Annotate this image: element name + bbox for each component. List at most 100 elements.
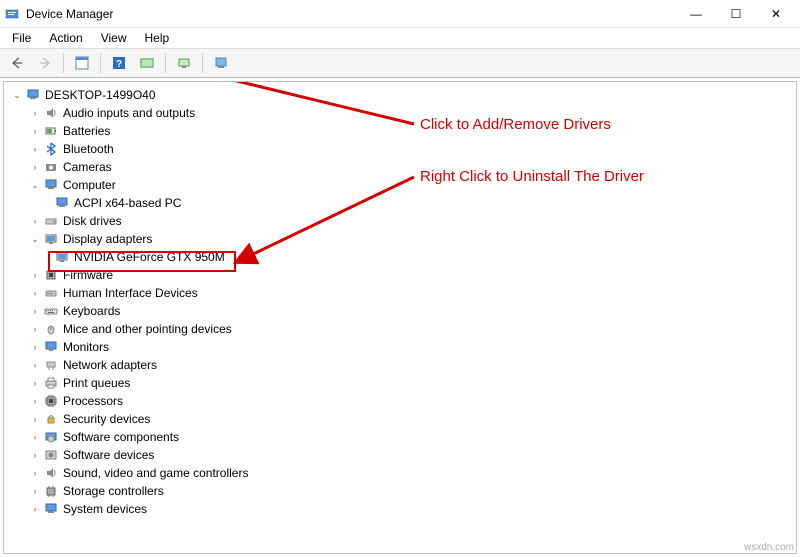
printer-icon [43,375,59,391]
tree-item-security[interactable]: › Security devices [8,410,796,428]
gpu-icon [54,249,70,265]
tree-item-keyboards[interactable]: › Keyboards [8,302,796,320]
properties-button[interactable] [69,51,95,75]
tree-label: Monitors [63,340,109,354]
tree-label: Sound, video and game controllers [63,466,248,480]
tree-item-monitors[interactable]: › Monitors [8,338,796,356]
computer-category-icon [43,177,59,193]
tree-label: Mice and other pointing devices [63,322,232,336]
watermark: wsxdn.com [744,542,794,553]
tree-item-firmware[interactable]: › Firmware [8,266,796,284]
app-icon [4,6,20,22]
audio-icon [43,105,59,121]
tree-item-bluetooth[interactable]: › Bluetooth [8,140,796,158]
root-node[interactable]: ⌄ DESKTOP-1499O40 [8,86,796,104]
tree-item-computer[interactable]: ⌄ Computer [8,176,796,194]
software-icon [43,429,59,445]
tree-label: Print queues [63,376,130,390]
tree-label: Audio inputs and outputs [63,106,195,120]
monitor-icon [43,339,59,355]
tree-label: Storage controllers [63,484,164,498]
minimize-button[interactable]: — [676,1,716,27]
tree-label: Security devices [63,412,150,426]
tree-item-display[interactable]: ⌄ Display adapters [8,230,796,248]
tree-item-sound[interactable]: › Sound, video and game controllers [8,464,796,482]
tree-label: Software devices [63,448,154,462]
storage-icon [43,483,59,499]
help-button[interactable]: ? [106,51,132,75]
window-title: Device Manager [26,7,113,21]
display-icon [43,231,59,247]
nav-back-button[interactable] [4,51,30,75]
chevron-down-icon: ⌄ [28,178,42,192]
sound-icon [43,465,59,481]
tree-item-disk[interactable]: › Disk drives [8,212,796,230]
toolbar-divider-4 [202,53,203,73]
chevron-right-icon: › [28,448,42,462]
bluetooth-icon [43,141,59,157]
chevron-right-icon: › [28,214,42,228]
toolbar-divider-3 [165,53,166,73]
chevron-right-icon: › [28,286,42,300]
chevron-right-icon: › [28,322,42,336]
tree-label: Network adapters [63,358,157,372]
maximize-button[interactable]: ☐ [716,1,756,27]
device-manager-button[interactable] [171,51,197,75]
tree-item-mice[interactable]: › Mice and other pointing devices [8,320,796,338]
tree-label: Cameras [63,160,112,174]
chevron-down-icon: ⌄ [10,88,24,102]
nav-forward-button[interactable] [32,51,58,75]
chevron-right-icon: › [28,502,42,516]
tree-label: Batteries [63,124,110,138]
device-tree: ⌄ DESKTOP-1499O40 › Audio inputs and out… [4,82,796,522]
toolbar: ? [0,48,800,78]
chevron-right-icon: › [28,358,42,372]
hid-icon [43,285,59,301]
tree-item-system[interactable]: › System devices [8,500,796,518]
firmware-icon [43,267,59,283]
chevron-down-icon: ⌄ [28,232,42,246]
chevron-right-icon: › [28,484,42,498]
show-hidden-button[interactable] [208,51,234,75]
software-device-icon [43,447,59,463]
tree-item-processors[interactable]: › Processors [8,392,796,410]
tree-label: Bluetooth [63,142,114,156]
tree-label: Disk drives [63,214,122,228]
tree-item-acpi[interactable]: ACPI x64-based PC [8,194,796,212]
svg-text:?: ? [116,59,122,70]
menu-file[interactable]: File [4,30,39,46]
menu-view[interactable]: View [93,30,135,46]
tree-label: Human Interface Devices [63,286,198,300]
tree-item-swcomp[interactable]: › Software components [8,428,796,446]
tree-item-cameras[interactable]: › Cameras [8,158,796,176]
chevron-right-icon: › [28,304,42,318]
tree-label: Processors [63,394,123,408]
titlebar: Device Manager — ☐ ✕ [0,0,800,28]
chevron-right-icon: › [28,268,42,282]
close-button[interactable]: ✕ [756,1,796,27]
scan-hardware-button[interactable] [134,51,160,75]
tree-item-audio[interactable]: › Audio inputs and outputs [8,104,796,122]
toolbar-divider-2 [100,53,101,73]
menu-action[interactable]: Action [41,30,90,46]
tree-item-batteries[interactable]: › Batteries [8,122,796,140]
chevron-right-icon: › [28,124,42,138]
tree-item-network[interactable]: › Network adapters [8,356,796,374]
chevron-right-icon: › [28,106,42,120]
menu-help[interactable]: Help [137,30,178,46]
network-icon [43,357,59,373]
tree-item-nvidia[interactable]: NVIDIA GeForce GTX 950M [8,248,796,266]
tree-item-swdev[interactable]: › Software devices [8,446,796,464]
chevron-right-icon: › [28,160,42,174]
security-icon [43,411,59,427]
camera-icon [43,159,59,175]
tree-item-storage[interactable]: › Storage controllers [8,482,796,500]
chevron-right-icon: › [28,340,42,354]
pc-icon [54,195,70,211]
tree-item-printqueues[interactable]: › Print queues [8,374,796,392]
processor-icon [43,393,59,409]
system-icon [43,501,59,517]
menubar: File Action View Help [0,28,800,48]
chevron-right-icon: › [28,376,42,390]
tree-item-hid[interactable]: › Human Interface Devices [8,284,796,302]
